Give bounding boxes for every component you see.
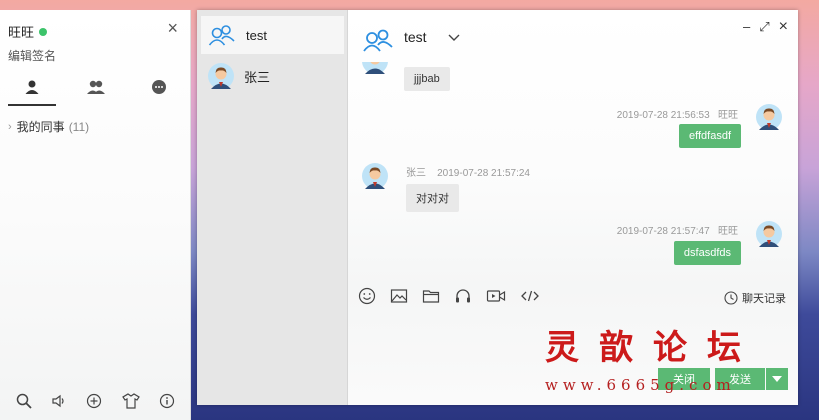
search-icon[interactable] xyxy=(16,393,32,409)
group-count: (11) xyxy=(68,119,90,134)
tab-groups[interactable] xyxy=(64,68,128,106)
chat-main: test – ⤢ × jjjbab 2019-07-28 21:56:53 旺旺… xyxy=(348,10,798,405)
session-label: 张三 xyxy=(244,69,271,85)
message-sender: 张三 xyxy=(406,168,426,179)
message-time: 2019-07-28 21:57:24 xyxy=(437,168,530,179)
headset-icon[interactable] xyxy=(454,287,472,305)
minimize-button[interactable]: – xyxy=(743,20,750,34)
message-meta: 2019-07-28 21:56:53 旺旺 xyxy=(617,106,738,121)
maximize-button[interactable]: ⤢ xyxy=(759,20,769,34)
person-icon xyxy=(25,80,39,94)
window-controls: – ⤢ × xyxy=(743,19,788,35)
message-bubble: 对对对 xyxy=(406,184,459,212)
user-name: 旺旺 xyxy=(8,25,35,40)
send-options-button[interactable] xyxy=(766,368,788,390)
group-icon xyxy=(208,25,235,46)
group-name: 我的同事 xyxy=(16,120,65,134)
message-meta: 2019-07-28 21:57:47 旺旺 xyxy=(617,222,738,237)
message-sender: 旺旺 xyxy=(718,110,738,121)
chevron-down-icon[interactable] xyxy=(448,31,460,45)
skin-icon[interactable] xyxy=(122,393,140,409)
video-icon[interactable] xyxy=(486,287,506,305)
code-icon[interactable] xyxy=(520,287,540,305)
user-header: 旺旺 xyxy=(8,22,48,41)
message-meta: 张三 2019-07-28 21:57:24 xyxy=(406,164,530,179)
message-bubble: effdfasdf xyxy=(679,124,741,148)
history-label: 聊天记录 xyxy=(742,293,786,305)
close-chat-button[interactable]: 关闭 xyxy=(658,368,710,390)
message-sender: 旺旺 xyxy=(718,226,738,237)
input-toolbar xyxy=(358,287,540,305)
group-icon xyxy=(363,29,393,52)
session-item-test[interactable]: test xyxy=(201,16,344,54)
send-button[interactable]: 发送 xyxy=(715,368,765,390)
add-icon[interactable] xyxy=(86,393,102,409)
session-label: test xyxy=(246,27,267,43)
chat-window: test 张三 test – ⤢ × jjjbab 2019-07-28 21:… xyxy=(197,10,798,405)
chat-header: test – ⤢ × xyxy=(348,10,798,62)
message-list: jjjbab 2019-07-28 21:56:53 旺旺 effdfasdf … xyxy=(348,62,798,282)
image-icon[interactable] xyxy=(390,287,408,305)
chevron-right-icon: › xyxy=(8,120,12,133)
group-icon xyxy=(86,80,105,94)
session-item-zhangsan[interactable]: 张三 xyxy=(201,57,344,95)
clock-icon xyxy=(724,291,738,305)
session-list: test 张三 xyxy=(197,10,348,405)
message-bubble: jjjbab xyxy=(404,67,450,91)
buddy-panel: 旺旺 × 编辑签名 › 我的同事 (11) xyxy=(0,10,191,420)
chat-history-button[interactable]: 聊天记录 xyxy=(724,290,786,306)
speaker-icon[interactable] xyxy=(51,393,67,409)
info-icon[interactable] xyxy=(159,393,175,409)
message-bubble: dsfasdfds xyxy=(673,241,741,265)
avatar xyxy=(756,104,782,130)
avatar xyxy=(362,62,388,74)
caret-down-icon xyxy=(772,376,782,382)
send-controls: 关闭 发送 xyxy=(658,368,788,390)
signature-edit[interactable]: 编辑签名 xyxy=(8,47,56,64)
chat-title: test xyxy=(404,29,427,45)
folder-icon[interactable] xyxy=(422,287,440,305)
online-status-dot xyxy=(39,27,48,36)
tab-recent-chats[interactable] xyxy=(127,68,191,106)
avatar xyxy=(756,221,782,247)
close-button[interactable]: × xyxy=(779,19,788,35)
avatar xyxy=(208,63,234,89)
panel-close-button[interactable]: × xyxy=(167,18,178,39)
tab-contacts[interactable] xyxy=(0,68,64,106)
avatar xyxy=(362,163,388,189)
buddy-tabs xyxy=(0,68,191,106)
emoji-icon[interactable] xyxy=(358,287,376,305)
contact-group[interactable]: › 我的同事 (11) xyxy=(8,118,89,135)
message-time: 2019-07-28 21:56:53 xyxy=(616,110,710,121)
chat-bubble-icon xyxy=(152,80,167,94)
message-time: 2019-07-28 21:57:47 xyxy=(616,226,710,237)
buddy-footer xyxy=(0,382,191,420)
